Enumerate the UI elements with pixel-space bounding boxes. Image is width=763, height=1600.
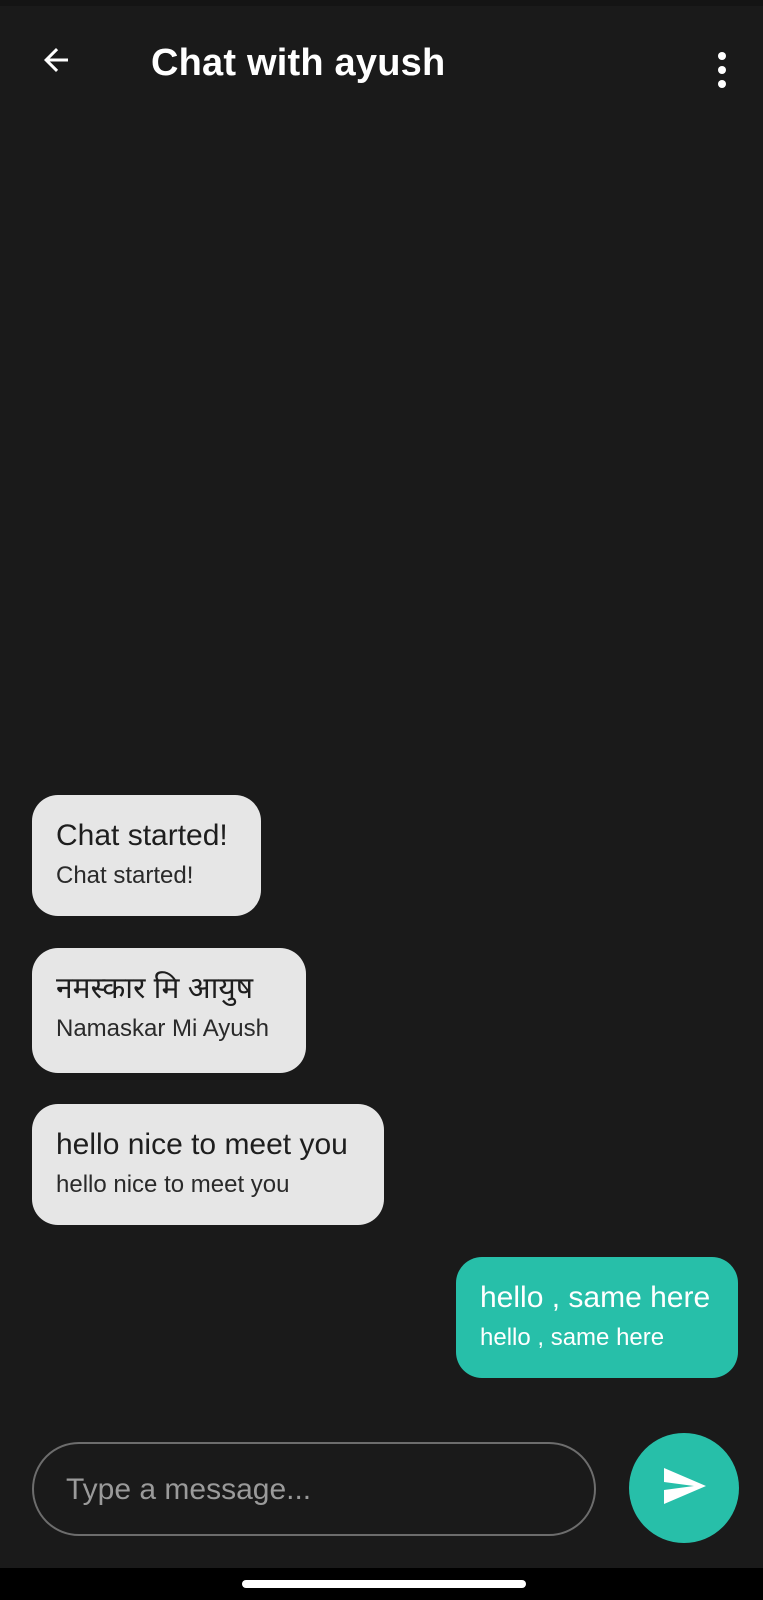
message-text: hello nice to meet you — [56, 1128, 348, 1161]
send-icon — [660, 1462, 708, 1515]
message-translation: Chat started! — [56, 862, 194, 889]
home-indicator[interactable] — [242, 1580, 526, 1588]
message-input[interactable] — [64, 1444, 568, 1536]
more-vertical-icon — [718, 52, 726, 60]
message-translation: hello nice to meet you — [56, 1171, 290, 1198]
message-text: नमस्कार मि आयुष — [56, 972, 254, 1005]
app-bar: Chat with ayush — [0, 12, 763, 120]
message-text: hello , same here — [480, 1281, 711, 1314]
message-composer — [32, 1442, 596, 1536]
message-bubble-incoming[interactable]: Chat started! Chat started! — [32, 795, 261, 916]
message-bubble-incoming[interactable]: hello nice to meet you hello nice to mee… — [32, 1104, 384, 1225]
overflow-menu-button[interactable] — [697, 42, 747, 98]
message-translation: Namaskar Mi Ayush — [56, 1015, 269, 1042]
arrow-left-icon — [38, 42, 74, 83]
back-button[interactable] — [28, 34, 84, 90]
message-bubble-outgoing[interactable]: hello , same here hello , same here — [456, 1257, 738, 1378]
page-title: Chat with ayush — [151, 42, 446, 84]
message-text: Chat started! — [56, 819, 228, 852]
message-bubble-incoming[interactable]: नमस्कार मि आयुष Namaskar Mi Ayush — [32, 948, 306, 1073]
send-button[interactable] — [629, 1433, 739, 1543]
chat-screen: Chat with ayush Chat started! Chat start… — [0, 0, 763, 1568]
message-translation: hello , same here — [480, 1324, 665, 1351]
